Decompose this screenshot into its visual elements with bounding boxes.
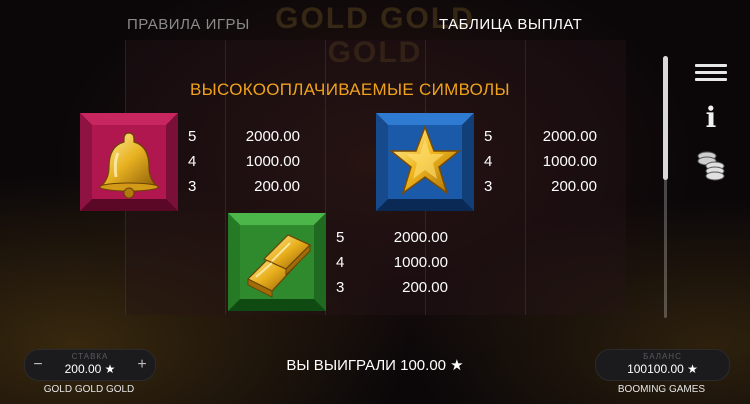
star-icon [376,113,474,211]
pay-row: 5 2000.00 [188,128,300,145]
coins-icon[interactable] [695,148,727,182]
bell-symbol-tile [80,113,178,211]
pay-row: 3 200.00 [336,279,448,296]
gold-bars-symbol-tile [228,213,326,311]
win-message: ВЫ ВЫИГРАЛИ 100.00 ★ [286,357,464,374]
menu-icon[interactable] [695,64,727,84]
balance-display: БАЛАНС 100100.00 ★ [595,349,730,381]
pay-row: 5 2000.00 [484,128,597,145]
bell-icon [80,113,178,211]
star-symbol-tile [376,113,474,211]
pay-row: 4 1000.00 [484,153,597,170]
scrollbar[interactable] [663,56,668,318]
balance-caption: БАЛАНС [643,352,682,361]
tab-paytable[interactable]: ТАБЛИЦА ВЫПЛАТ [439,16,582,33]
pay-row: 3 200.00 [484,178,597,195]
provider-name: BOOMING GAMES [617,384,706,395]
pay-row: 4 1000.00 [336,254,448,271]
increase-bet-button[interactable]: + [135,356,149,374]
gold-bars-icon [228,213,326,311]
scrollbar-thumb[interactable] [663,56,668,180]
decrease-bet-button[interactable]: − [31,356,45,374]
balance-value: 100100.00 ★ [627,362,698,376]
game-name: GOLD GOLD GOLD [43,384,135,395]
info-icon[interactable]: i [695,104,727,132]
pay-row: 5 2000.00 [336,229,448,246]
section-title: ВЫСОКООПЛАЧИВАЕМЫЕ СИМВОЛЫ [190,80,510,99]
pay-row: 3 200.00 [188,178,300,195]
tab-rules[interactable]: ПРАВИЛА ИГРЫ [127,16,250,33]
pay-row: 4 1000.00 [188,153,300,170]
